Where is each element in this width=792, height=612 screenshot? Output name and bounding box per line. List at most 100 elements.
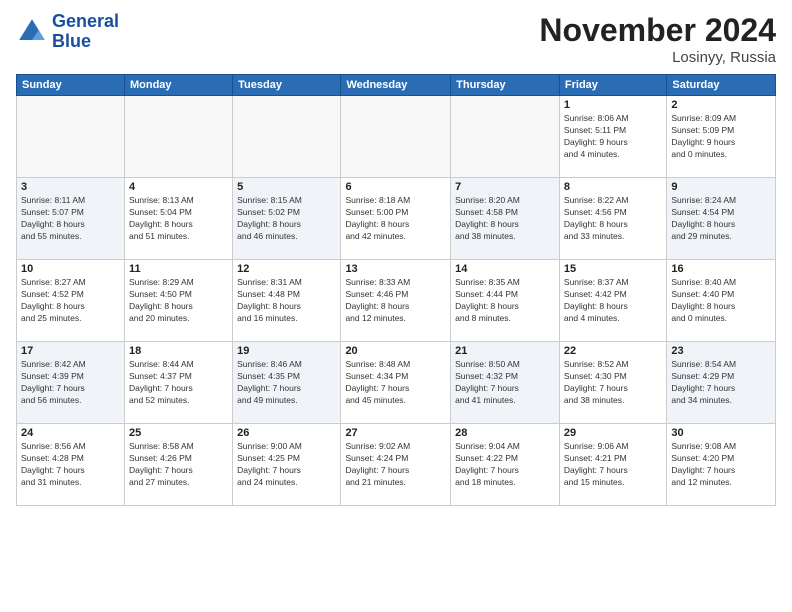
day-number: 22 <box>564 345 662 357</box>
calendar-cell: 25Sunrise: 8:58 AM Sunset: 4:26 PM Dayli… <box>124 424 232 506</box>
day-number: 8 <box>564 181 662 193</box>
header: General Blue November 2024 Losinyy, Russ… <box>16 12 776 66</box>
day-info: Sunrise: 8:52 AM Sunset: 4:30 PM Dayligh… <box>564 359 662 407</box>
calendar-cell: 30 Sunrise: 9:08 AM Sunset: 4:20 PM Dayli… <box>667 424 776 506</box>
day-number: 18 <box>129 345 228 357</box>
col-tuesday: Tuesday <box>233 75 341 96</box>
calendar-cell <box>17 96 125 178</box>
day-info: Sunrise: 8:09 AM Sunset: 5:09 PM Dayligh… <box>671 113 771 161</box>
calendar-cell: 9 Sunrise: 8:24 AM Sunset: 4:54 PM Daylig… <box>667 178 776 260</box>
day-number: 16 <box>671 263 771 275</box>
day-number: 17 <box>21 345 120 357</box>
calendar-cell: 27Sunrise: 9:02 AM Sunset: 4:24 PM Dayli… <box>341 424 451 506</box>
col-friday: Friday <box>559 75 666 96</box>
calendar-cell: 16 Sunrise: 8:40 AM Sunset: 4:40 PM Dayli… <box>667 260 776 342</box>
day-number: 21 <box>455 345 555 357</box>
day-info: Sunrise: 8:13 AM Sunset: 5:04 PM Dayligh… <box>129 195 228 243</box>
calendar-cell: 15 Sunrise: 8:37 AM Sunset: 4:42 PM Dayli… <box>559 260 666 342</box>
day-number: 24 <box>21 427 120 439</box>
day-info: Sunrise: 8:18 AM Sunset: 5:00 PM Dayligh… <box>345 195 446 243</box>
calendar-cell: 24Sunrise: 8:56 AM Sunset: 4:28 PM Dayli… <box>17 424 125 506</box>
calendar-week-row: 3Sunrise: 8:11 AM Sunset: 5:07 PM Daylig… <box>17 178 776 260</box>
day-info: Sunrise: 8:27 AM Sunset: 4:52 PM Dayligh… <box>21 277 120 325</box>
day-info: Sunrise: 9:00 AM Sunset: 4:25 PM Dayligh… <box>237 441 336 489</box>
day-info: Sunrise: 8:31 AM Sunset: 4:48 PM Dayligh… <box>237 277 336 325</box>
day-number: 9 <box>671 181 771 193</box>
calendar-cell <box>341 96 451 178</box>
day-info: Sunrise: 9:08 AM Sunset: 4:20 PM Dayligh… <box>671 441 771 489</box>
day-number: 20 <box>345 345 446 357</box>
day-info: Sunrise: 8:37 AM Sunset: 4:42 PM Dayligh… <box>564 277 662 325</box>
calendar-week-row: 1 Sunrise: 8:06 AM Sunset: 5:11 PM Daylig… <box>17 96 776 178</box>
day-number: 4 <box>129 181 228 193</box>
calendar-cell: 17Sunrise: 8:42 AM Sunset: 4:39 PM Dayli… <box>17 342 125 424</box>
calendar-cell: 11 Sunrise: 8:29 AM Sunset: 4:50 PM Dayli… <box>124 260 232 342</box>
day-info: Sunrise: 8:24 AM Sunset: 4:54 PM Dayligh… <box>671 195 771 243</box>
calendar-week-row: 17Sunrise: 8:42 AM Sunset: 4:39 PM Dayli… <box>17 342 776 424</box>
day-info: Sunrise: 8:48 AM Sunset: 4:34 PM Dayligh… <box>345 359 446 407</box>
logo-line2: Blue <box>52 32 119 52</box>
day-number: 1 <box>564 99 662 111</box>
calendar-cell: 23 Sunrise: 8:54 AM Sunset: 4:29 PM Dayli… <box>667 342 776 424</box>
day-info: Sunrise: 8:33 AM Sunset: 4:46 PM Dayligh… <box>345 277 446 325</box>
calendar-cell: 2 Sunrise: 8:09 AM Sunset: 5:09 PM Daylig… <box>667 96 776 178</box>
col-thursday: Thursday <box>451 75 560 96</box>
location: Losinyy, Russia <box>539 49 776 66</box>
calendar-header-row: Sunday Monday Tuesday Wednesday Thursday… <box>17 75 776 96</box>
col-wednesday: Wednesday <box>341 75 451 96</box>
day-number: 2 <box>671 99 771 111</box>
day-info: Sunrise: 8:40 AM Sunset: 4:40 PM Dayligh… <box>671 277 771 325</box>
calendar-cell: 26Sunrise: 9:00 AM Sunset: 4:25 PM Dayli… <box>233 424 341 506</box>
day-info: Sunrise: 8:20 AM Sunset: 4:58 PM Dayligh… <box>455 195 555 243</box>
calendar-cell: 1 Sunrise: 8:06 AM Sunset: 5:11 PM Daylig… <box>559 96 666 178</box>
day-number: 15 <box>564 263 662 275</box>
calendar-cell: 8 Sunrise: 8:22 AM Sunset: 4:56 PM Daylig… <box>559 178 666 260</box>
title-block: November 2024 Losinyy, Russia <box>539 12 776 66</box>
col-sunday: Sunday <box>17 75 125 96</box>
logo: General Blue <box>16 12 119 52</box>
calendar-cell: 28 Sunrise: 9:04 AM Sunset: 4:22 PM Dayli… <box>451 424 560 506</box>
page: General Blue November 2024 Losinyy, Russ… <box>0 0 792 612</box>
day-info: Sunrise: 8:50 AM Sunset: 4:32 PM Dayligh… <box>455 359 555 407</box>
calendar-cell: 29 Sunrise: 9:06 AM Sunset: 4:21 PM Dayli… <box>559 424 666 506</box>
day-info: Sunrise: 8:29 AM Sunset: 4:50 PM Dayligh… <box>129 277 228 325</box>
day-number: 28 <box>455 427 555 439</box>
calendar-cell: 10 Sunrise: 8:27 AM Sunset: 4:52 PM Dayli… <box>17 260 125 342</box>
day-number: 29 <box>564 427 662 439</box>
day-info: Sunrise: 9:04 AM Sunset: 4:22 PM Dayligh… <box>455 441 555 489</box>
calendar-table: Sunday Monday Tuesday Wednesday Thursday… <box>16 74 776 506</box>
calendar-week-row: 10 Sunrise: 8:27 AM Sunset: 4:52 PM Dayli… <box>17 260 776 342</box>
day-number: 23 <box>671 345 771 357</box>
day-info: Sunrise: 9:06 AM Sunset: 4:21 PM Dayligh… <box>564 441 662 489</box>
day-number: 10 <box>21 263 120 275</box>
calendar-cell: 14Sunrise: 8:35 AM Sunset: 4:44 PM Dayli… <box>451 260 560 342</box>
day-number: 11 <box>129 263 228 275</box>
calendar-cell: 7Sunrise: 8:20 AM Sunset: 4:58 PM Daylig… <box>451 178 560 260</box>
col-monday: Monday <box>124 75 232 96</box>
calendar-cell <box>233 96 341 178</box>
calendar-cell: 22 Sunrise: 8:52 AM Sunset: 4:30 PM Dayli… <box>559 342 666 424</box>
day-info: Sunrise: 8:54 AM Sunset: 4:29 PM Dayligh… <box>671 359 771 407</box>
calendar-cell <box>451 96 560 178</box>
calendar-cell: 18 Sunrise: 8:44 AM Sunset: 4:37 PM Dayli… <box>124 342 232 424</box>
day-info: Sunrise: 8:22 AM Sunset: 4:56 PM Dayligh… <box>564 195 662 243</box>
day-info: Sunrise: 8:06 AM Sunset: 5:11 PM Dayligh… <box>564 113 662 161</box>
day-number: 13 <box>345 263 446 275</box>
calendar-cell: 12Sunrise: 8:31 AM Sunset: 4:48 PM Dayli… <box>233 260 341 342</box>
calendar-cell: 19Sunrise: 8:46 AM Sunset: 4:35 PM Dayli… <box>233 342 341 424</box>
month-title: November 2024 <box>539 12 776 49</box>
day-number: 27 <box>345 427 446 439</box>
calendar-cell: 3Sunrise: 8:11 AM Sunset: 5:07 PM Daylig… <box>17 178 125 260</box>
logo-line1: General <box>52 12 119 32</box>
calendar-cell: 4 Sunrise: 8:13 AM Sunset: 5:04 PM Daylig… <box>124 178 232 260</box>
col-saturday: Saturday <box>667 75 776 96</box>
day-info: Sunrise: 8:15 AM Sunset: 5:02 PM Dayligh… <box>237 195 336 243</box>
calendar-cell: 13 Sunrise: 8:33 AM Sunset: 4:46 PM Dayli… <box>341 260 451 342</box>
calendar-cell: 20 Sunrise: 8:48 AM Sunset: 4:34 PM Dayli… <box>341 342 451 424</box>
calendar-cell: 5Sunrise: 8:15 AM Sunset: 5:02 PM Daylig… <box>233 178 341 260</box>
day-number: 6 <box>345 181 446 193</box>
day-number: 30 <box>671 427 771 439</box>
day-number: 14 <box>455 263 555 275</box>
calendar-cell: 6 Sunrise: 8:18 AM Sunset: 5:00 PM Daylig… <box>341 178 451 260</box>
day-info: Sunrise: 8:44 AM Sunset: 4:37 PM Dayligh… <box>129 359 228 407</box>
